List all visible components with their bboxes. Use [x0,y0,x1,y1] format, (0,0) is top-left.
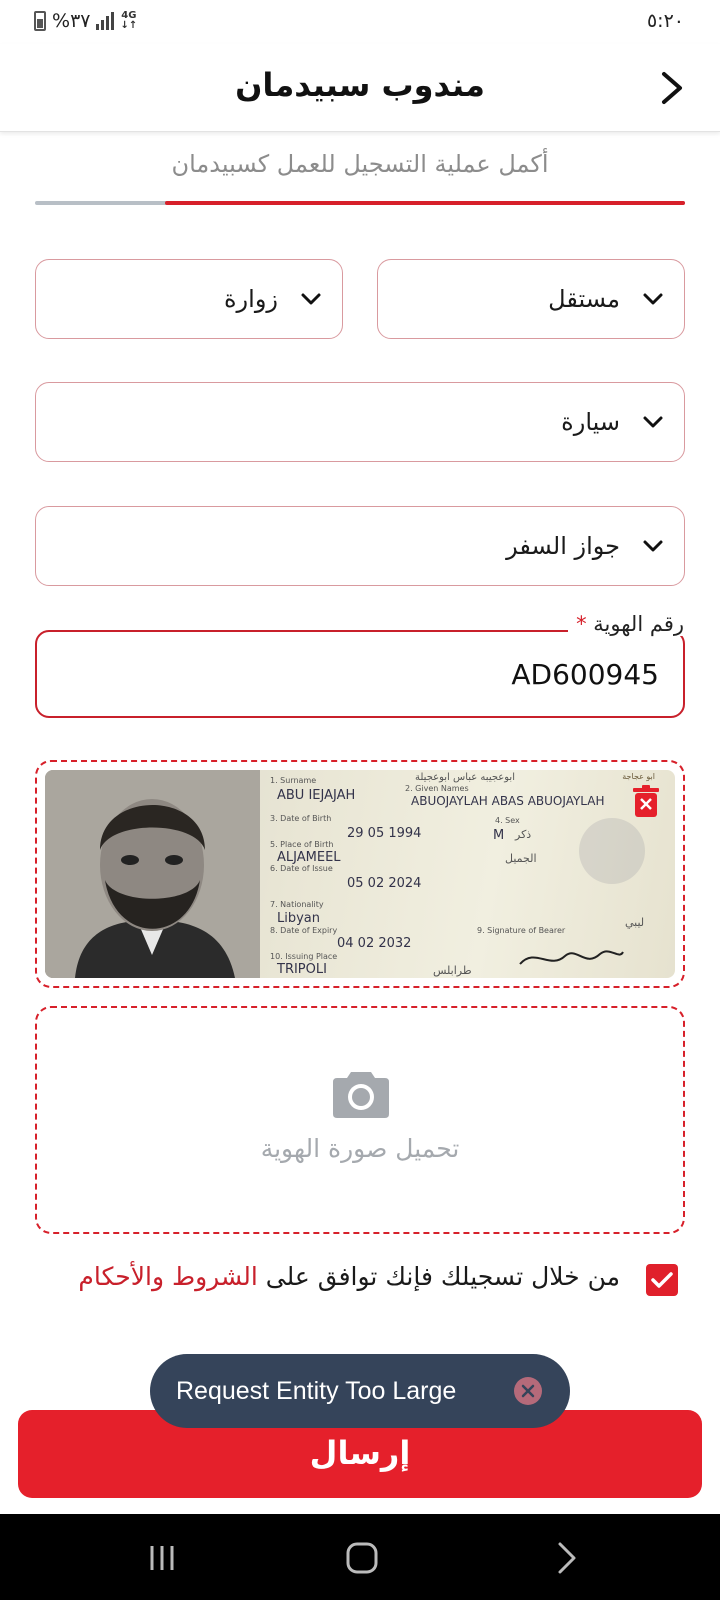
subtitle: أكمل عملية التسجيل للعمل كسبيدمان [171,150,549,178]
chevron-down-icon [643,293,663,305]
chevron-down-icon [643,540,663,552]
trash-icon [633,785,659,817]
passport-nationality: Libyan [277,911,321,926]
terms-text: من خلال تسجيلك فإنك توافق على الشروط وال… [78,1262,620,1291]
passport-issuing-ar: طرابلس [433,964,472,977]
chevron-right-icon [662,72,682,104]
id-number-value: AD600945 [511,658,659,691]
terms-row: من خلال تسجيلك فإنك توافق على الشروط وال… [0,1256,720,1304]
passport-doi: 05 02 2024 [347,876,422,891]
error-toast: Request Entity Too Large [150,1354,570,1428]
id-photo-container: 1. Surname ABU IEJAJAH ابو عجاجة ابوعجيب… [35,760,685,988]
back-nav-icon [558,1542,576,1574]
signal-icon [96,12,115,30]
upload-label: تحميل صورة الهوية [260,1134,460,1163]
toast-message: Request Entity Too Large [176,1377,457,1405]
chevron-down-icon [643,416,663,428]
portrait-photo [45,770,260,978]
id-type-value: جواز السفر [506,532,620,560]
signature-scribble [519,950,624,965]
passport-nationality-ar: ليبي [625,916,645,929]
close-icon [521,1384,535,1398]
progress-fill [165,201,685,205]
status-time: ٥:٢٠ [646,10,684,32]
terms-statement: من خلال تسجيلك فإنك توافق على [257,1262,620,1291]
network-type: 4G ↓↑ [120,10,138,31]
required-marker: * [576,612,587,636]
id-type-select[interactable]: جواز السفر [35,506,685,586]
page-title: مندوب سبيدمان [235,66,485,104]
vehicle-select[interactable]: سيارة [35,382,685,462]
terms-checkbox[interactable] [646,1264,678,1296]
passport-dob-label: 3. Date of Birth [270,814,332,823]
recent-apps-icon [150,1546,174,1570]
battery-percent: %٣٧ [52,10,91,32]
passport-pob-ar: الجميل [505,852,537,865]
back-button[interactable] [652,66,692,110]
terms-link[interactable]: الشروط والأحكام [78,1262,257,1291]
passport-header-ar: ابو عجاجة [622,772,655,781]
camera-icon [333,1072,389,1118]
passport-surname: ABU IEJAJAH [277,788,356,803]
progress-bar [35,201,685,205]
back-nav-button[interactable] [546,1538,586,1578]
passport-sex-ar: ذكر [515,828,532,841]
passport-nationality-label: 7. Nationality [270,900,324,909]
city-select[interactable]: زوارة [35,259,343,339]
passport-given-label: 2. Given Names [405,784,469,793]
passport-issuing: TRIPOLI [277,962,327,977]
status-bar: %٣٧ 4G ↓↑ ٥:٢٠ [0,0,720,44]
battery-icon [34,11,46,31]
passport-dob: 29 05 1994 [347,826,422,841]
passport-pob: ALJAMEEL [277,850,341,865]
home-button[interactable] [342,1538,382,1578]
home-icon [346,1542,378,1574]
toast-close-button[interactable] [514,1377,542,1405]
checkmark-icon [651,1272,673,1288]
app-header: مندوب سبيدمان [0,44,720,132]
work-type-select[interactable]: مستقل [377,259,685,339]
passport-signature-label: 9. Signature of Bearer [477,926,566,935]
passport-given-names: ABUOJAYLAH ABAS ABUOJAYLAH [411,794,605,808]
system-nav-bar [0,1514,720,1600]
delete-photo-button[interactable] [631,784,661,818]
status-icons: %٣٧ 4G ↓↑ [34,10,137,32]
city-value: زوارة [223,285,278,313]
passport-pob-label: 5. Place of Birth [270,840,334,849]
passport-sex: M [493,828,505,843]
passport-image[interactable]: 1. Surname ABU IEJAJAH ابو عجاجة ابوعجيب… [45,770,675,978]
passport-doe: 04 02 2032 [337,936,412,951]
id-upload-dropzone[interactable]: تحميل صورة الهوية [35,1006,685,1234]
passport-doi-label: 6. Date of Issue [270,864,333,873]
id-number-field[interactable]: AD600945 [35,630,685,718]
passport-issuing-label: 10. Issuing Place [270,952,338,961]
work-type-value: مستقل [548,285,620,313]
vehicle-value: سيارة [561,408,620,436]
passport-name-ar: ابوعجيبه عباس ابوعجيلة [415,772,515,783]
passport-doe-label: 8. Date of Expiry [270,926,338,935]
passport-sex-label: 4. Sex [495,816,520,825]
recent-apps-button[interactable] [142,1538,182,1578]
passport-surname-label: 1. Surname [270,776,317,785]
chevron-down-icon [301,293,321,305]
id-number-label: رقم الهوية * [568,612,692,636]
ghost-photo [579,818,645,884]
